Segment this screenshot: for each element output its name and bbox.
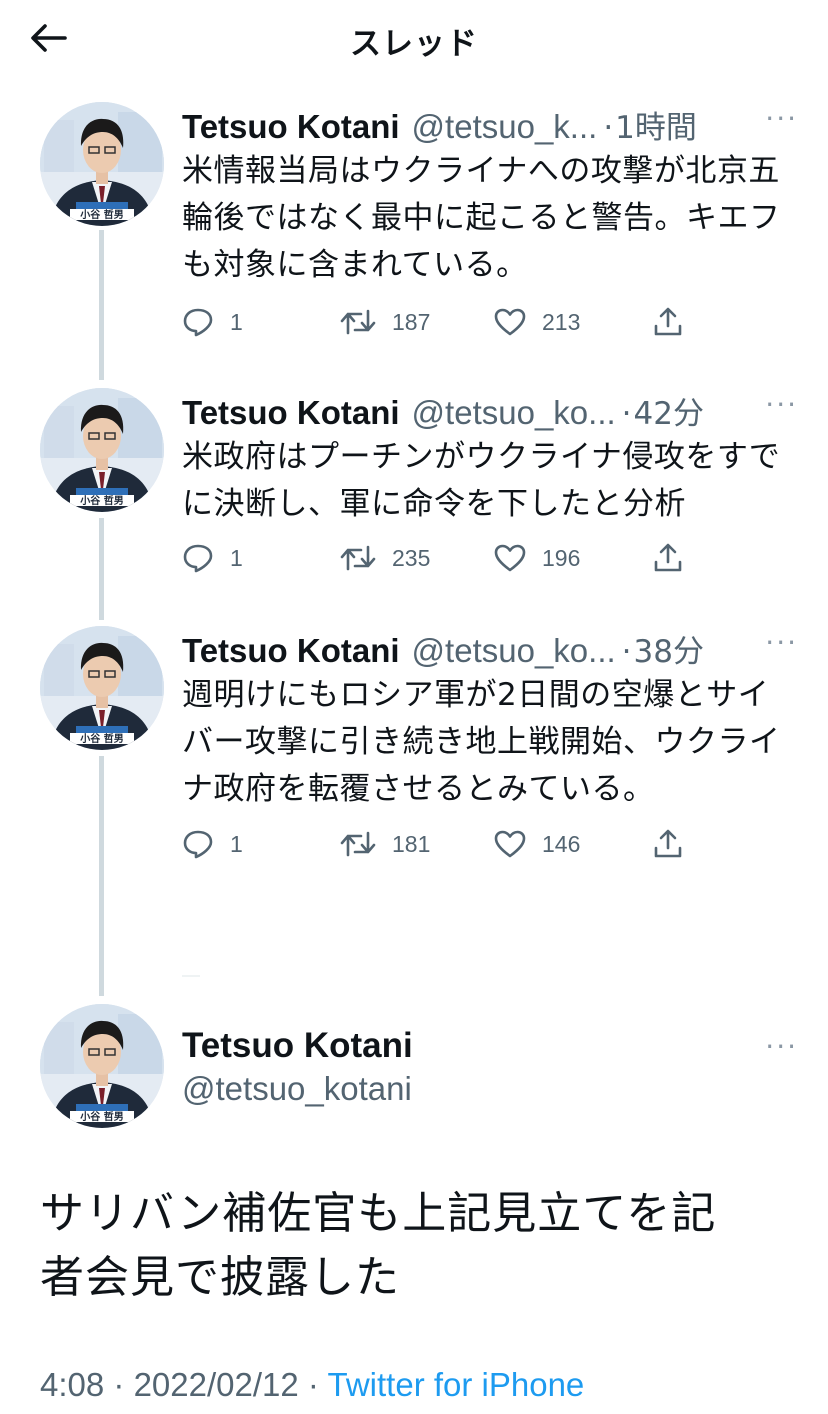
- divider: [182, 975, 200, 977]
- tweet-actions: 1 187 213: [182, 302, 702, 342]
- avatar-caption: 小谷 哲男: [79, 494, 123, 507]
- separator-dot: ·: [621, 634, 632, 670]
- tweet-body: Tetsuo Kotani @tetsuo_ko... · 42分 ··· 米政…: [182, 388, 798, 528]
- tweet-time[interactable]: 42分: [634, 388, 704, 433]
- author-handle[interactable]: @tetsuo_k...: [412, 108, 598, 146]
- author-handle[interactable]: @tetsuo_ko...: [412, 632, 616, 670]
- thread-line: [99, 756, 104, 996]
- tweet-body: Tetsuo Kotani @tetsuo_ko... · 38分 ··· 週明…: [182, 626, 798, 813]
- like-count: 213: [542, 308, 581, 335]
- avatar[interactable]: 小谷 哲男: [40, 102, 164, 226]
- more-options-icon[interactable]: ···: [765, 388, 798, 421]
- reply-count: 1: [230, 308, 243, 335]
- retweet-button[interactable]: 187: [340, 302, 430, 342]
- author-handle[interactable]: @tetsuo_kotani: [182, 1070, 412, 1108]
- top-bar: スレッド: [0, 0, 828, 74]
- retweet-count: 235: [392, 544, 431, 571]
- share-icon: [654, 829, 682, 858]
- tweet-body: Tetsuo Kotani @tetsuo_k... · 1時間 ··· 米情報…: [182, 102, 798, 289]
- share-button[interactable]: [652, 302, 684, 342]
- avatar-caption: 小谷 哲男: [79, 1110, 123, 1123]
- thread-line: [99, 518, 104, 620]
- avatar[interactable]: 小谷 哲男: [40, 388, 164, 512]
- heart-icon: [494, 544, 526, 572]
- tweet-actions: 1 235 196: [182, 538, 702, 578]
- reply-count: 1: [230, 830, 243, 857]
- avatar-caption: 小谷 哲男: [79, 732, 123, 745]
- heart-icon: [494, 830, 526, 858]
- tweet-text: サリバン補佐官も上記見立てを記者会見で披露した: [40, 1188, 717, 1303]
- thread-line: [99, 230, 104, 380]
- share-button[interactable]: [652, 824, 684, 864]
- retweet-button[interactable]: 235: [340, 538, 430, 578]
- reply-count: 1: [230, 544, 243, 571]
- reply-icon: [183, 308, 213, 337]
- like-button[interactable]: 196: [494, 538, 580, 578]
- tweet-time[interactable]: 38分: [634, 626, 704, 671]
- author-name[interactable]: Tetsuo Kotani: [182, 632, 400, 670]
- heart-icon: [494, 308, 526, 336]
- separator-dot: ·: [603, 110, 614, 146]
- avatar[interactable]: 小谷 哲男: [40, 1004, 164, 1128]
- separator-dot: ·: [307, 1366, 319, 1403]
- like-count: 146: [542, 830, 581, 857]
- source-link[interactable]: Twitter for iPhone: [328, 1366, 585, 1403]
- separator-dot: ·: [113, 1366, 125, 1403]
- author-name[interactable]: Tetsuo Kotani: [182, 394, 400, 432]
- reply-icon: [183, 544, 213, 573]
- separator-dot: ·: [621, 396, 632, 432]
- retweet-count: 181: [392, 830, 431, 857]
- share-icon: [654, 307, 682, 336]
- tweet-text: 米情報当局はウクライナへの攻撃が北京五輪後ではなく最中に起こると警告。キエフも対…: [182, 153, 781, 283]
- avatar-caption: 小谷 哲男: [79, 208, 123, 221]
- reply-button[interactable]: 1: [182, 824, 243, 864]
- share-button[interactable]: [652, 538, 684, 578]
- avatar[interactable]: 小谷 哲男: [40, 626, 164, 750]
- page-title: スレッド: [350, 26, 478, 62]
- reply-button[interactable]: 1: [182, 538, 243, 578]
- like-button[interactable]: 146: [494, 824, 580, 864]
- retweet-icon: [340, 831, 376, 857]
- author-name[interactable]: Tetsuo Kotani: [182, 1026, 413, 1066]
- tweet-time[interactable]: 1時間: [615, 102, 697, 147]
- more-options-icon[interactable]: ···: [765, 1030, 798, 1063]
- like-count: 196: [542, 544, 581, 571]
- tweet-header: Tetsuo Kotani @tetsuo_ko... · 42分: [182, 388, 798, 433]
- author-handle[interactable]: @tetsuo_ko...: [412, 394, 616, 432]
- tweet-text: 週明けにもロシア軍が2日間の空爆とサイバー攻撃に引き続き地上戦開始、ウクライナ政…: [182, 677, 781, 807]
- like-button[interactable]: 213: [494, 302, 580, 342]
- more-options-icon[interactable]: ···: [765, 102, 798, 135]
- tweet-actions: 1 181 146: [182, 824, 702, 864]
- tweet-time: 4:08: [40, 1366, 105, 1403]
- retweet-button[interactable]: 181: [340, 824, 430, 864]
- tweet-text: 米政府はプーチンがウクライナ侵攻をすでに決断し、軍に命令を下したと分析: [182, 439, 781, 522]
- retweet-count: 187: [392, 308, 431, 335]
- tweet-header: Tetsuo Kotani @tetsuo_k... · 1時間: [182, 102, 798, 147]
- reply-icon: [183, 830, 213, 859]
- reply-button[interactable]: 1: [182, 302, 243, 342]
- more-options-icon[interactable]: ···: [765, 626, 798, 659]
- retweet-icon: [340, 309, 376, 335]
- author-name[interactable]: Tetsuo Kotani: [182, 108, 400, 146]
- tweet-date: 2022/02/12: [133, 1366, 299, 1403]
- tweet-header: Tetsuo Kotani @tetsuo_ko... · 38分: [182, 626, 798, 671]
- tweet-timestamp: 4:08 · 2022/02/12 · Twitter for iPhone: [40, 1366, 584, 1404]
- share-icon: [654, 543, 682, 572]
- retweet-icon: [340, 545, 376, 571]
